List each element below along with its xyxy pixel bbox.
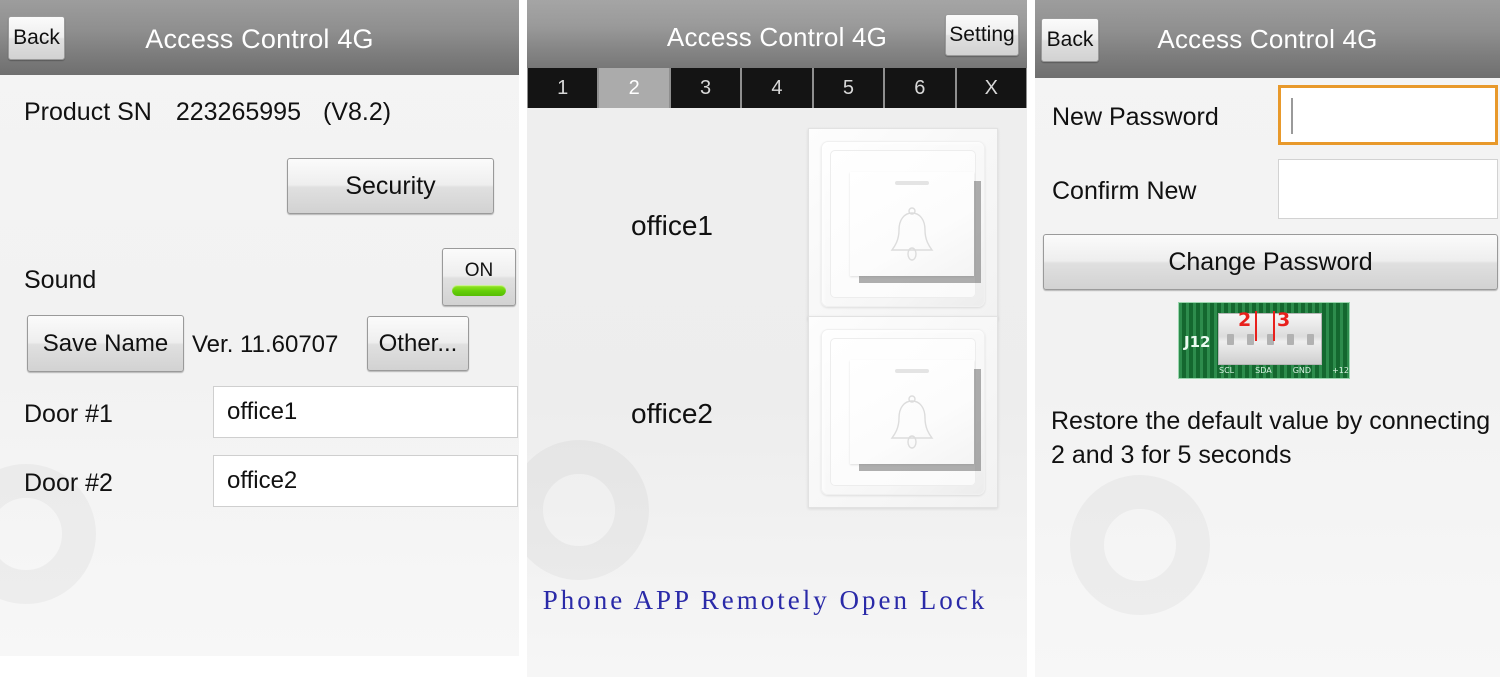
switch-1-name: office1: [631, 210, 713, 241]
sound-label: Sound: [24, 266, 97, 294]
switch-rocker: [850, 172, 974, 276]
switch-bezel: [821, 141, 985, 307]
pcb-pin: [1287, 334, 1294, 345]
app-version-label: Ver. 11.60707: [192, 331, 339, 358]
pcb-j12-label: J12: [1184, 333, 1211, 351]
doorbell-switch-icon[interactable]: [808, 128, 998, 320]
save-name-button[interactable]: Save Name: [27, 315, 184, 372]
page-title: Access Control 4G: [145, 24, 374, 54]
back-button[interactable]: Back: [1041, 18, 1099, 62]
other-button[interactable]: Other...: [367, 316, 469, 371]
doorbell-switch-icon[interactable]: [808, 316, 998, 508]
switch-rocker: [850, 360, 974, 464]
pcb-silkscreen: SCL SDA GND +12: [1219, 366, 1349, 375]
pcb-marker-3: 3: [1277, 309, 1291, 331]
door-switch-row: office2: [527, 316, 1027, 508]
tab-2[interactable]: 2: [599, 68, 669, 108]
tab-4[interactable]: 4: [742, 68, 812, 108]
product-sn-row: Product SN 223265995 (V8.2): [24, 98, 391, 127]
pcb-pin: [1307, 334, 1314, 345]
panel1-header: Access Control 4G Back: [0, 0, 519, 75]
tab-3[interactable]: 3: [670, 68, 741, 108]
sound-toggle-state: ON: [464, 259, 494, 281]
page-title: Access Control 4G: [1157, 24, 1378, 54]
setting-button[interactable]: Setting: [945, 14, 1019, 56]
door-switch-row: office1: [527, 128, 1027, 320]
promo-caption: Phone APP Remotely Open Lock: [542, 585, 988, 615]
tab-5[interactable]: 5: [813, 68, 884, 108]
device-tab-bar: 1 2 3 4 5 6 X: [527, 68, 1027, 108]
new-password-input[interactable]: [1278, 85, 1498, 145]
confirm-password-label: Confirm New: [1052, 177, 1197, 205]
product-sn-value: 223265995: [175, 98, 301, 126]
confirm-password-input[interactable]: [1278, 159, 1498, 219]
switch-bezel: [821, 329, 985, 495]
restore-instructions: Restore the default value by connecting …: [1051, 407, 1491, 469]
pcb-pin: [1227, 334, 1234, 345]
sound-toggle-bar: [452, 284, 506, 296]
pcb-marker-2: 2: [1238, 309, 1252, 331]
sound-toggle[interactable]: ON: [442, 248, 516, 306]
switch-inner: [830, 150, 976, 298]
tab-6[interactable]: 6: [885, 68, 955, 108]
pcb-pin: [1247, 334, 1254, 345]
text-caret: [1291, 98, 1293, 134]
switch-indicator-slit: [895, 181, 929, 185]
firmware-version-value: (V8.2): [322, 98, 392, 126]
product-sn-label: Product SN: [24, 98, 152, 126]
pcb-white-connector: [1218, 313, 1322, 365]
door-2-input[interactable]: office2: [213, 455, 518, 507]
new-password-label: New Password: [1052, 103, 1219, 131]
tab-x[interactable]: X: [956, 68, 1026, 108]
security-button[interactable]: Security: [287, 158, 494, 214]
door-1-input[interactable]: office1: [213, 386, 518, 438]
switch-inner: [830, 338, 976, 486]
pcb-silk-scl: SCL: [1219, 366, 1235, 375]
panel2-header: Access Control 4G Setting: [527, 0, 1027, 68]
bell-icon: [884, 206, 940, 269]
panel-door-list: Access Control 4G Setting 1 2 3 4 5 6 X …: [527, 0, 1027, 677]
screenshot-root: Access Control 4G Back Product SN 2232659…: [0, 0, 1500, 677]
pcb-silk-12v: +12: [1332, 366, 1349, 375]
pcb-marker-3-line: [1273, 311, 1275, 341]
door-1-label: Door #1: [24, 400, 113, 428]
panel-device-settings: Access Control 4G Back Product SN 2232659…: [0, 0, 519, 656]
panel3-header: Access Control 4G Back: [1035, 0, 1500, 78]
pcb-connector-image: J12 SCL SDA GND +12 2 3: [1178, 302, 1350, 379]
tab-1[interactable]: 1: [528, 68, 598, 108]
pcb-silk-sda: SDA: [1255, 366, 1272, 375]
switch-indicator-slit: [895, 369, 929, 373]
door-2-label: Door #2: [24, 469, 113, 497]
pcb-marker-2-line: [1255, 311, 1257, 341]
switch-2-name: office2: [631, 398, 713, 429]
bell-icon: [884, 394, 940, 457]
change-password-button[interactable]: Change Password: [1043, 234, 1498, 290]
back-button[interactable]: Back: [8, 16, 65, 60]
pcb-silk-gnd: GND: [1292, 366, 1312, 375]
